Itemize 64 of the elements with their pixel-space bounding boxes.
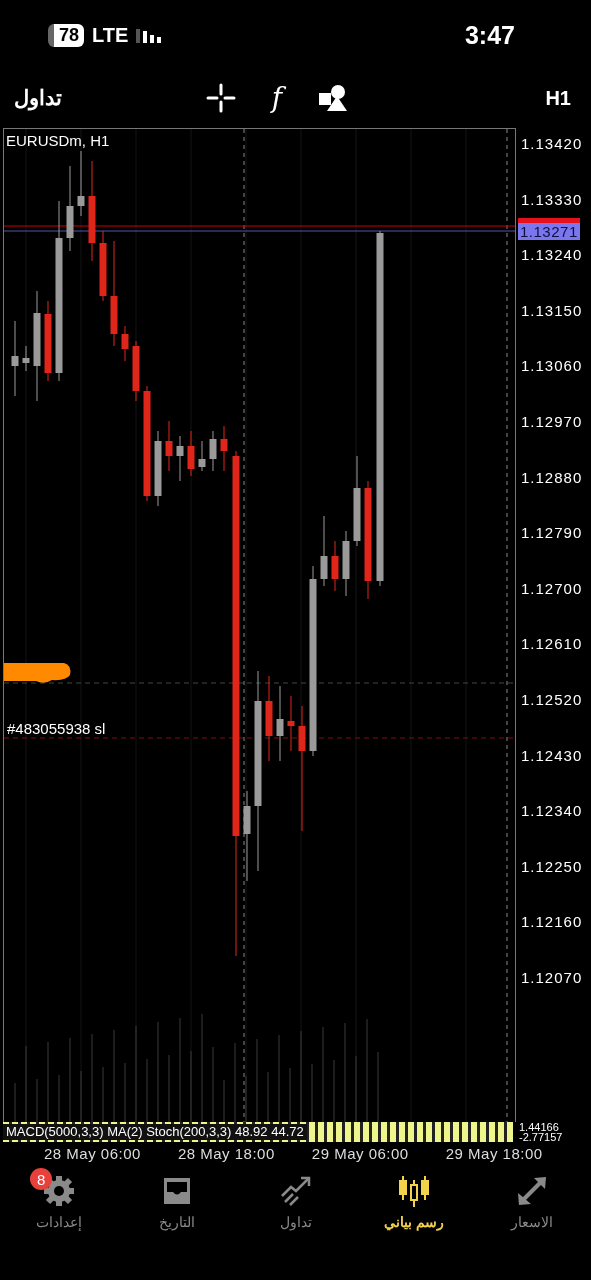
clock: 3:47 [464, 20, 515, 50]
tab-item[interactable]: تداول [240, 1166, 351, 1230]
candlestick [165, 420, 173, 472]
tab-label: تداول [279, 1214, 312, 1230]
candlestick [287, 695, 295, 752]
candlestick [342, 530, 350, 597]
shapes-icon [318, 83, 348, 113]
candlestick [176, 435, 184, 482]
candlestick [99, 230, 107, 302]
screen-title: تداول [14, 86, 63, 110]
notification-badge: 8 [30, 1168, 53, 1190]
price-tick: 1.12070 [521, 969, 583, 986]
candlestick [331, 540, 339, 592]
objects-button[interactable] [318, 83, 348, 113]
indicator-value: -2.77157 [519, 1132, 563, 1142]
network-label: LTE [92, 23, 129, 47]
indicator-value: 1.44166 [519, 1122, 560, 1132]
time-label: 28 May 06:00 [44, 1144, 141, 1162]
candlestick [198, 440, 206, 472]
candlestick [209, 430, 217, 472]
price-tick: 1.12250 [521, 857, 583, 875]
time-label: 29 May 18:00 [445, 1144, 543, 1162]
tab-label: الاسعار [510, 1214, 553, 1230]
time-label: 28 May 18:00 [177, 1144, 275, 1162]
tab-label: إعدادات [36, 1214, 83, 1230]
indicator-label: MACD(5000,3,3) MA(2) Stoch(200,3,3) 48.92 44.72 [3, 1124, 307, 1140]
candlestick [22, 345, 30, 372]
price-tick: 1.13420 [521, 135, 583, 152]
redaction-mark [4, 663, 71, 683]
tab-item[interactable]: رسم بياني [358, 1166, 469, 1230]
price-tick: 1.13150 [521, 301, 583, 319]
time-label: 29 May 06:00 [311, 1144, 409, 1162]
crosshair-button[interactable] [206, 83, 236, 113]
candlestick [187, 430, 195, 477]
signal-icon [136, 27, 163, 43]
price-tick: 1.12880 [521, 468, 583, 486]
candlestick-icon [396, 1174, 431, 1208]
crosshair-icon [206, 83, 236, 113]
price-tick: 1.12790 [521, 524, 583, 542]
price-tick: 1.12610 [521, 635, 583, 653]
candlestick [220, 425, 228, 472]
timeframe-button[interactable]: H1 [545, 86, 571, 110]
symbol-label: EURUSDm, H1 [6, 132, 110, 149]
tab-label: التاريخ [159, 1214, 196, 1230]
price-tick: 1.12430 [521, 746, 583, 764]
tab-item[interactable]: التاريخ [122, 1166, 233, 1230]
price-tick: 1.13240 [521, 246, 583, 264]
candlestick [320, 515, 328, 587]
current-price-label: 1.13271 [518, 223, 580, 240]
price-tick: 1.12160 [521, 913, 583, 931]
price-tick: 1.12520 [521, 691, 583, 708]
tab-item[interactable]: الاسعار [476, 1166, 587, 1230]
price-tick: 1.12340 [521, 802, 583, 820]
candlestick [132, 340, 140, 402]
order-label: #483055938 sl [7, 720, 106, 737]
candlestick [121, 325, 129, 362]
price-tick: 1.12970 [521, 413, 583, 430]
tab-label: رسم بياني [383, 1214, 444, 1230]
price-tick: 1.12700 [521, 579, 583, 597]
battery-indicator: 78 [48, 23, 85, 47]
indicators-button[interactable]: f [262, 83, 292, 113]
price-tick: 1.13330 [521, 190, 583, 208]
price-tick: 1.13060 [521, 357, 583, 375]
candlestick [77, 150, 85, 217]
